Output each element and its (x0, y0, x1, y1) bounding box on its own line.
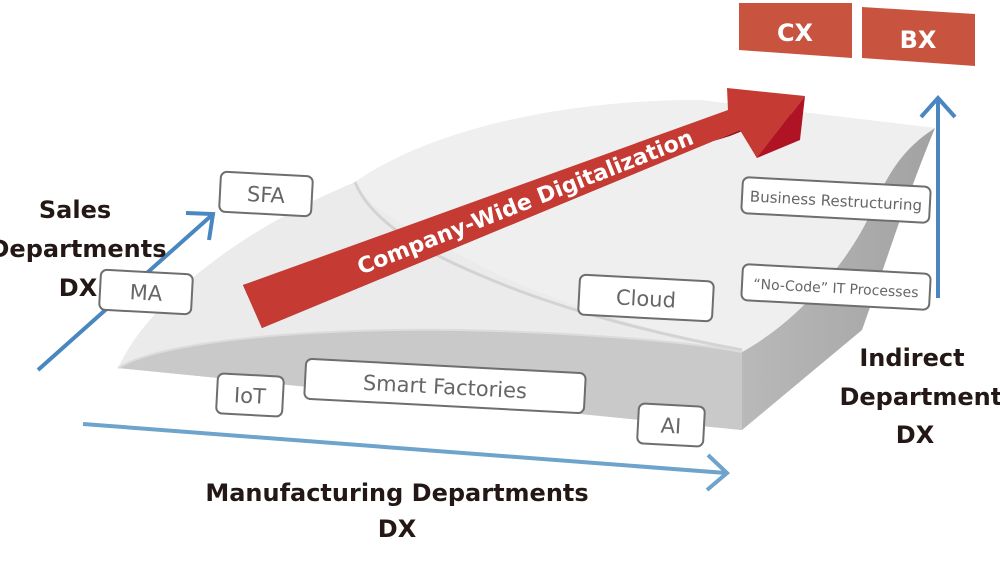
manufacturing-label-line2: DX (378, 515, 417, 543)
tag-ma: MA (98, 268, 194, 316)
tag-sfa-label: SFA (246, 182, 286, 208)
cx-badge: CX (739, 3, 852, 58)
tag-iot-label: IoT (233, 383, 266, 409)
bx-badge: BX (862, 7, 975, 66)
indirect-axis-label: Indirect Departments DX (839, 344, 1000, 449)
sales-label-line2: Departments (0, 235, 167, 263)
manufacturing-axis-label: Manufacturing Departments DX (205, 479, 588, 543)
indirect-label-line1: Indirect (859, 344, 964, 372)
sales-label-line3: DX (59, 274, 98, 302)
tag-cloud: Cloud (577, 273, 715, 323)
manufacturing-label-line1: Manufacturing Departments (205, 479, 588, 507)
tag-cloud-label: Cloud (615, 285, 676, 312)
indirect-label-line3: DX (896, 421, 935, 449)
sales-label-line1: Sales (39, 196, 111, 224)
dx-diagram: Company-Wide Digitalization CX BX SFA MA… (0, 3, 1000, 543)
tag-ai-label: AI (660, 413, 682, 438)
tag-sfa: SFA (218, 170, 314, 218)
tag-ma-label: MA (129, 280, 163, 306)
tag-ai: AI (636, 402, 706, 448)
tag-iot: IoT (215, 372, 285, 418)
cx-badge-label: CX (777, 19, 814, 47)
bx-badge-label: BX (900, 26, 937, 54)
indirect-label-line2: Departments (839, 383, 1000, 411)
